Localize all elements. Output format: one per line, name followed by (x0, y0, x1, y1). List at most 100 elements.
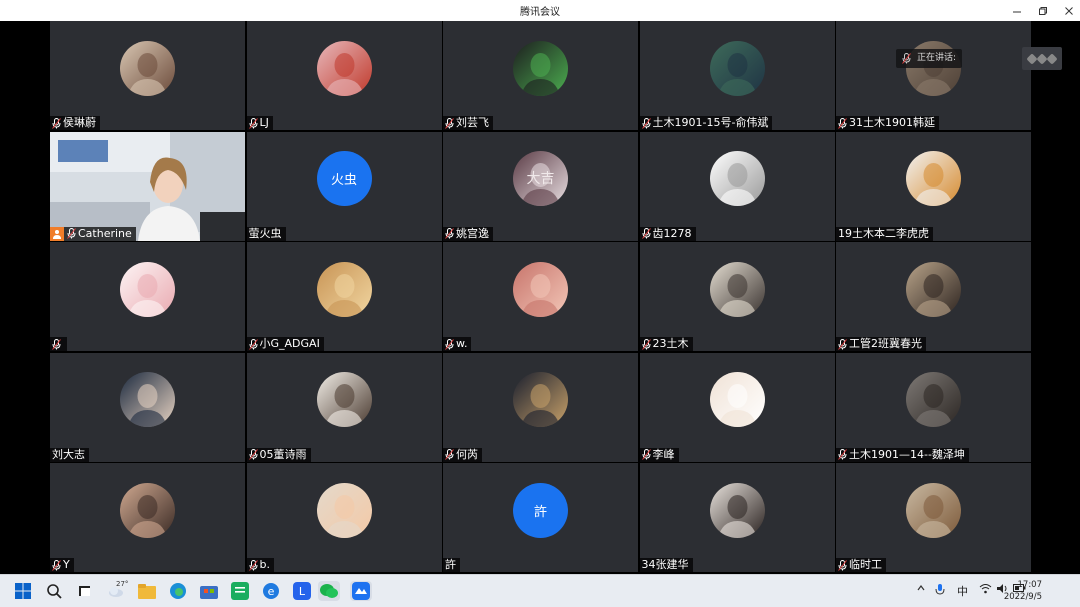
mic-muted-icon (52, 338, 61, 350)
participant-tile[interactable]: 許許 (443, 463, 638, 572)
participant-name-bar: 05董诗雨 (246, 447, 311, 462)
participant-name: 土木1901—14--魏泽坤 (849, 447, 965, 461)
restore-icon[interactable] (1038, 6, 1048, 16)
avatar (906, 261, 961, 317)
participant-name-bar: 萤火虫 (246, 226, 286, 241)
windows-start-icon[interactable] (13, 581, 33, 601)
browser-e-icon[interactable]: e (261, 581, 281, 601)
mic-muted-icon (445, 228, 454, 239)
participant-tile[interactable]: 19土木本二李虎虎 (836, 131, 1031, 241)
participant-grid: 侯琳蔚 LJ 刘芸飞 土木1901-15号-俞伟斌 31土木1901韩延 Catherin… (50, 21, 1031, 574)
participant-name: 34张建华 (641, 558, 689, 571)
participant-tile[interactable]: 李峰 (639, 352, 835, 462)
participant-name-bar: w. (443, 337, 472, 351)
wifi-icon[interactable] (979, 583, 992, 597)
participant-name: 萤火虫 (248, 226, 282, 240)
speaker-view-toggle[interactable] (1022, 47, 1062, 70)
avatar (906, 482, 961, 538)
participant-name: Catherine (78, 226, 132, 240)
participant-name-bar: 刘大志 (50, 447, 89, 462)
participant-tile[interactable]: 23土木 (639, 242, 835, 351)
participant-tile[interactable]: 大吉 姚宫逸 (443, 131, 638, 241)
participant-name-bar: 許 (443, 558, 460, 572)
participant-tile[interactable]: 刘大志 (50, 352, 245, 462)
participant-name-bar (50, 337, 67, 351)
participant-name: 刘芸飞 (456, 116, 489, 129)
participant-tile[interactable]: Y (50, 463, 245, 572)
clock-time: 17:07 (1017, 580, 1043, 590)
host-icon (50, 226, 64, 241)
participant-name: 許 (445, 558, 456, 571)
participant-tile[interactable]: 侯琳蔚 (50, 21, 245, 130)
participant-name: 临时工 (849, 558, 882, 571)
task-view-icon[interactable] (75, 581, 95, 601)
participant-name-bar: 23土木 (639, 337, 693, 351)
minimize-icon[interactable] (1012, 6, 1022, 16)
participant-name: 刘大志 (52, 447, 85, 461)
meeting-stage: 侯琳蔚 LJ 刘芸飞 土木1901-15号-俞伟斌 31土木1901韩延 Catherin… (0, 21, 1080, 574)
participant-tile[interactable]: 临时工 (836, 463, 1031, 572)
participant-tile[interactable]: 05董诗雨 (246, 352, 442, 462)
lark-icon[interactable]: L (292, 581, 312, 601)
participant-tile[interactable]: 小G_ADGAI (246, 242, 442, 351)
participant-name-bar: 31土木1901韩延 (836, 116, 939, 130)
participant-name-bar: 19土木本二李虎虎 (836, 226, 933, 241)
weather-icon[interactable]: 27° (106, 580, 128, 601)
avatar (120, 261, 175, 317)
ime-indicator[interactable]: 中 (957, 583, 968, 599)
window-controls (1012, 0, 1074, 21)
participant-tile[interactable] (50, 242, 245, 351)
mic-muted-icon (52, 559, 61, 571)
participant-tile[interactable]: 34张建华 (639, 463, 835, 572)
close-icon[interactable] (1064, 6, 1074, 16)
file-explorer-icon[interactable] (137, 581, 157, 601)
avatar (120, 40, 175, 96)
mic-muted-icon (248, 338, 258, 350)
search-icon[interactable] (44, 581, 64, 601)
edge-browser-icon[interactable] (168, 581, 188, 601)
participant-name: 土木1901-15号-俞伟斌 (652, 116, 769, 129)
taskbar: 27° e L 中 17:07 2022/9/5 (0, 574, 1080, 607)
avatar (316, 482, 372, 538)
participant-name-bar: 临时工 (836, 558, 886, 572)
svg-text:e: e (268, 585, 275, 598)
participant-tile[interactable]: Catherine (50, 131, 245, 241)
participant-tile[interactable]: 何芮 (443, 352, 638, 462)
system-clock[interactable]: 17:07 2022/9/5 (1004, 579, 1042, 603)
participant-name: 工管2班冀春光 (849, 337, 922, 350)
tray-mic-icon[interactable] (935, 583, 945, 600)
tencent-meeting-icon[interactable] (350, 581, 372, 601)
participant-tile[interactable]: w. (443, 242, 638, 351)
participant-tile[interactable]: 火虫萤火虫 (246, 131, 442, 241)
store-icon[interactable] (199, 581, 219, 601)
participant-name: 23土木 (652, 337, 689, 350)
mic-muted-icon (67, 228, 76, 239)
mic-muted-icon (248, 117, 258, 129)
participant-name-bar: 34张建华 (639, 558, 693, 572)
participant-name: 小G_ADGAI (259, 337, 320, 350)
participant-tile[interactable]: b. (246, 463, 442, 572)
participant-tile[interactable]: 刘芸飞 (443, 21, 638, 130)
chat-app-icon[interactable] (230, 581, 250, 601)
participant-tile[interactable]: 土木1901—14--魏泽坤 (836, 352, 1031, 462)
avatar-initial: 許 (513, 482, 568, 538)
avatar-glyph: 大吉 (526, 171, 555, 187)
participant-tile[interactable]: 工管2班冀春光 (836, 242, 1031, 351)
avatar (316, 372, 372, 427)
participant-name-bar: Catherine (50, 226, 136, 241)
participant-tile[interactable]: 31土木1901韩延 (836, 21, 1031, 130)
participant-name: b. (259, 558, 270, 571)
participant-tile[interactable]: 土木1901-15号-俞伟斌 (639, 21, 835, 130)
svg-text:L: L (299, 585, 306, 598)
participant-tile[interactable]: 齿1278 (639, 131, 835, 241)
mic-muted-icon (838, 117, 847, 129)
avatar-initial: 火虫 (316, 151, 372, 206)
avatar (709, 40, 765, 96)
tray-expand-icon[interactable] (916, 583, 926, 596)
avatar (513, 40, 568, 96)
window-title: 腾讯会议 (520, 7, 560, 18)
participant-name-bar: 小G_ADGAI (246, 337, 324, 351)
wechat-icon[interactable] (318, 581, 340, 601)
participant-tile[interactable]: LJ (246, 21, 442, 130)
avatar (709, 151, 765, 206)
